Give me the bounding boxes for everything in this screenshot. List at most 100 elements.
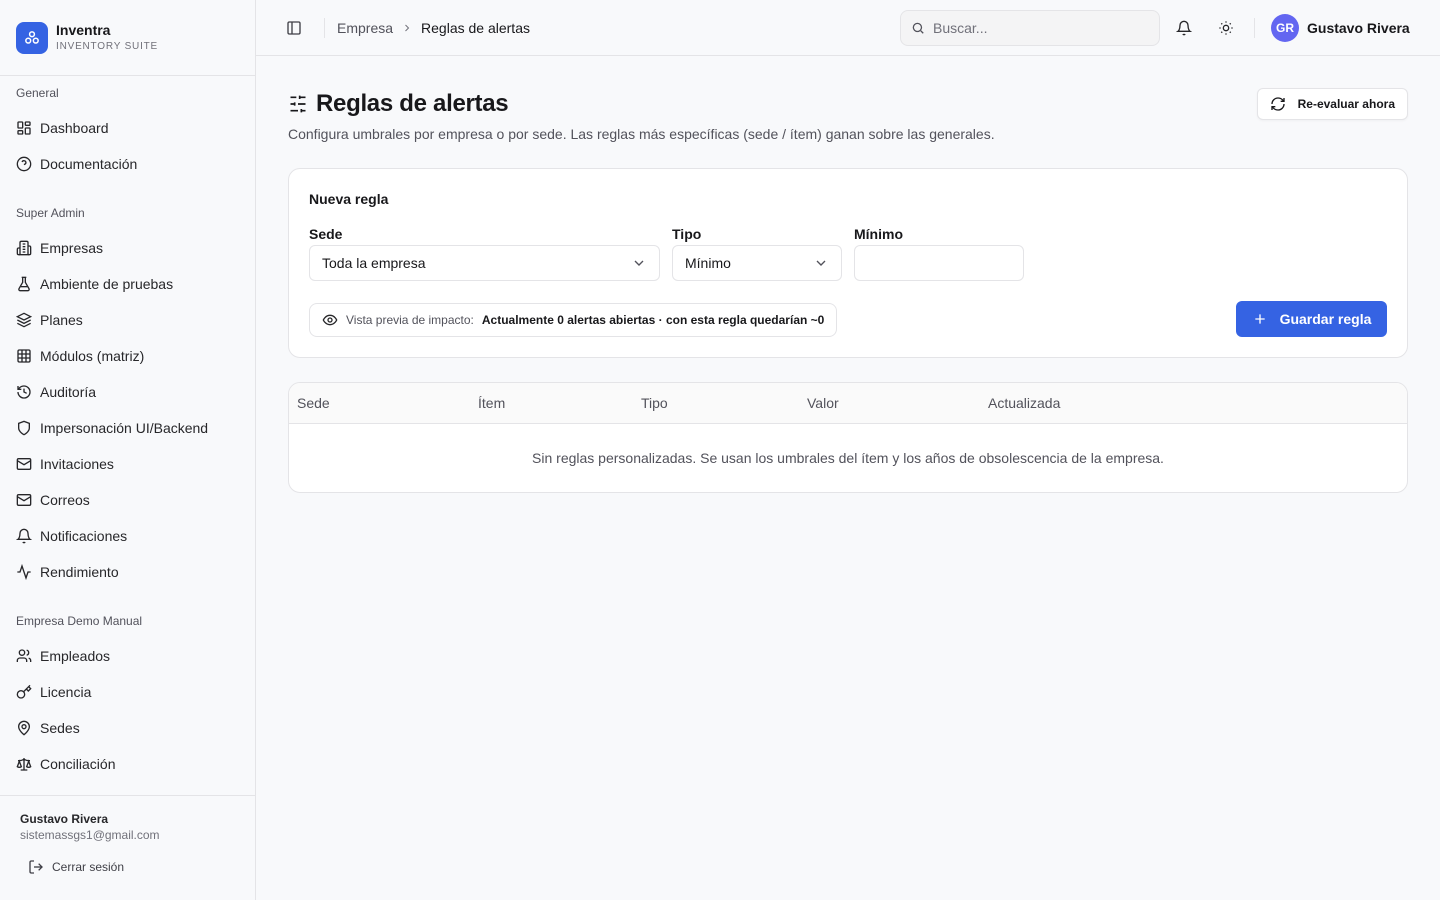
tipo-field: Tipo Mínimo <box>672 225 842 281</box>
sidebar-item-conciliacion[interactable]: Conciliación <box>8 746 247 782</box>
layers-icon <box>16 312 32 328</box>
sidebar-item-auditoria[interactable]: Auditoría <box>8 374 247 410</box>
help-circle-icon <box>16 156 32 172</box>
sidebar-item-licencia[interactable]: Licencia <box>8 674 247 710</box>
impact-preview: Vista previa de impacto: Actualmente 0 a… <box>309 303 838 337</box>
reevaluate-button[interactable]: Re-evaluar ahora <box>1256 88 1408 120</box>
sidebar-item-documentacion[interactable]: Documentación <box>8 146 247 182</box>
sidebar-toggle-button[interactable] <box>280 14 308 42</box>
sidebar-item-empresas[interactable]: Empresas <box>8 230 247 266</box>
mail-icon <box>16 492 32 508</box>
reevaluate-label: Re-evaluar ahora <box>1297 97 1395 111</box>
plus-icon <box>1252 311 1268 327</box>
key-icon <box>16 684 32 700</box>
tipo-select-value: Mínimo <box>685 255 731 271</box>
sidebar-item-label: Conciliación <box>40 756 116 772</box>
table-icon <box>16 348 32 364</box>
map-pin-icon <box>16 720 32 736</box>
sede-label: Sede <box>309 226 343 242</box>
panel-left-icon <box>286 20 302 36</box>
breadcrumb: Empresa Reglas de alertas <box>337 20 530 36</box>
sidebar-item-ambiente-pruebas[interactable]: Ambiente de pruebas <box>8 266 247 302</box>
minimo-input[interactable] <box>854 245 1024 281</box>
refresh-icon <box>1270 96 1286 112</box>
sidebar-item-notificaciones[interactable]: Notificaciones <box>8 518 247 554</box>
sidebar-item-rendimiento[interactable]: Rendimiento <box>8 554 247 590</box>
user-name: Gustavo Rivera <box>1307 20 1410 36</box>
building-icon <box>16 240 32 256</box>
column-header-actualizada[interactable]: Actualizada <box>980 395 1060 411</box>
tipo-select[interactable]: Mínimo <box>672 245 842 281</box>
impact-label: Vista previa de impacto: <box>346 313 474 327</box>
theme-toggle-button[interactable] <box>1212 14 1240 42</box>
column-header-valor[interactable]: Valor <box>799 395 980 411</box>
column-header-tipo[interactable]: Tipo <box>633 395 799 411</box>
search-input[interactable] <box>933 20 1133 36</box>
sidebar-item-empleados[interactable]: Empleados <box>8 638 247 674</box>
sidebar-item-label: Empleados <box>40 648 111 664</box>
sidebar-item-invitaciones[interactable]: Invitaciones <box>8 446 247 482</box>
divider <box>324 17 325 38</box>
logout-label: Cerrar sesión <box>52 860 125 874</box>
divider <box>1254 18 1255 38</box>
sidebar-item-modulos[interactable]: Módulos (matriz) <box>8 338 247 374</box>
sede-field: Sede Toda la empresa <box>309 225 660 281</box>
column-header-sede[interactable]: Sede <box>289 395 470 411</box>
sidebar-item-label: Licencia <box>40 684 92 700</box>
empty-state-message: Sin reglas personalizadas. Se usan los u… <box>532 450 1164 466</box>
brand[interactable]: Inventra INVENTORY SUITE <box>0 0 255 76</box>
impact-value: Actualmente 0 alertas abiertas · con est… <box>481 313 825 327</box>
sliders-icon <box>288 94 308 114</box>
sidebar-item-sedes[interactable]: Sedes <box>8 710 247 746</box>
sidebar-nav: General Dashboard Documentación Super Ad… <box>0 76 255 796</box>
nav-group-title: Super Admin <box>16 206 85 220</box>
sidebar-item-impersonacion[interactable]: Impersonación UI/Backend <box>8 410 247 446</box>
page-description: Configura umbrales por empresa o por sed… <box>288 126 995 142</box>
rules-table: Sede Ítem Tipo Valor Actualizada Sin reg… <box>288 382 1408 493</box>
sun-icon <box>1218 20 1234 36</box>
sidebar-item-label: Rendimiento <box>40 564 119 580</box>
footer-user-name: Gustavo Rivera <box>20 812 109 826</box>
sidebar-item-label: Sedes <box>40 720 80 736</box>
flask-icon <box>16 276 32 292</box>
chevron-down-icon <box>813 255 829 271</box>
chevron-right-icon <box>401 22 413 34</box>
user-menu[interactable]: GR Gustavo Rivera <box>1271 14 1410 42</box>
logout-button[interactable]: Cerrar sesión <box>28 858 235 876</box>
minimo-label: Mínimo <box>854 226 903 242</box>
topbar: Empresa Reglas de alertas GR Gustavo Riv… <box>256 0 1440 56</box>
sidebar-item-label: Auditoría <box>40 384 97 400</box>
page-header: Reglas de alertas Configura umbrales por… <box>288 88 1408 168</box>
new-rule-card: Nueva regla Sede Toda la empresa Tipo Mí… <box>288 168 1408 358</box>
sidebar-item-label: Notificaciones <box>40 528 128 544</box>
activity-icon <box>16 564 32 580</box>
breadcrumb-item-empresa[interactable]: Empresa <box>337 20 393 36</box>
tipo-label: Tipo <box>672 226 702 242</box>
brand-logo-icon <box>16 21 48 54</box>
sidebar-item-label: Correos <box>40 492 90 508</box>
sidebar-item-label: Módulos (matriz) <box>40 348 145 364</box>
notifications-button[interactable] <box>1170 14 1198 42</box>
mail-icon <box>16 456 32 472</box>
history-icon <box>16 384 32 400</box>
save-rule-button[interactable]: Guardar regla <box>1236 301 1387 337</box>
sidebar-item-planes[interactable]: Planes <box>8 302 247 338</box>
sede-select[interactable]: Toda la empresa <box>309 245 660 281</box>
logout-icon <box>28 859 44 875</box>
sidebar-item-correos[interactable]: Correos <box>8 482 247 518</box>
new-rule-title: Nueva regla <box>309 191 389 207</box>
table-header: Sede Ítem Tipo Valor Actualizada <box>289 383 1407 424</box>
column-header-item[interactable]: Ítem <box>470 395 633 411</box>
page-title: Reglas de alertas <box>316 90 509 117</box>
sidebar-item-label: Invitaciones <box>40 456 114 472</box>
breadcrumb-current: Reglas de alertas <box>421 19 530 36</box>
sidebar-item-label: Documentación <box>40 156 138 172</box>
layout-grid-icon <box>16 120 32 136</box>
sidebar-item-label: Ambiente de pruebas <box>40 276 174 292</box>
sidebar-item-label: Dashboard <box>40 120 109 136</box>
nav-group-title: General <box>16 86 59 100</box>
bell-icon <box>1176 20 1192 36</box>
search-box[interactable] <box>900 10 1160 46</box>
sidebar-item-dashboard[interactable]: Dashboard <box>8 110 247 146</box>
nav-group-title: Empresa Demo Manual <box>16 614 143 628</box>
